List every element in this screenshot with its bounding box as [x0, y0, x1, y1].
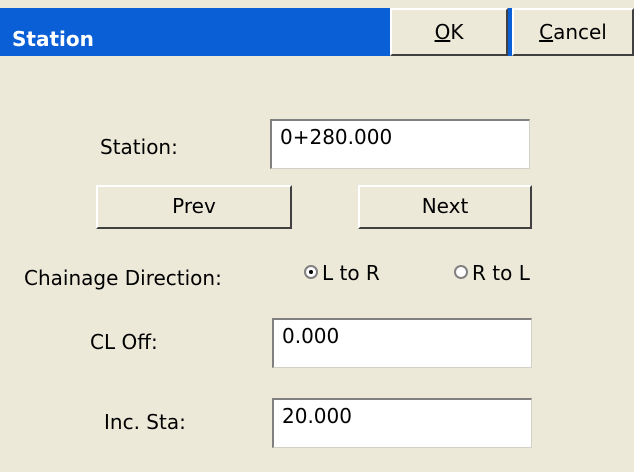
radio-l-to-r[interactable]: [304, 265, 318, 279]
cancel-label-rest: ancel: [553, 20, 607, 44]
ok-label-rest: K: [450, 20, 464, 44]
cl-off-field[interactable]: 0.000: [272, 318, 532, 368]
inc-sta-label: Inc. Sta:: [104, 410, 186, 434]
cl-off-label: CL Off:: [90, 330, 158, 354]
inc-sta-field[interactable]: 20.000: [272, 398, 532, 448]
dialog-title: Station: [12, 27, 94, 51]
cancel-accel: C: [539, 20, 554, 44]
radio-r-to-l-label: R to L: [472, 261, 530, 285]
chainage-direction-label: Chainage Direction:: [24, 266, 222, 290]
station-label: Station:: [100, 135, 178, 159]
prev-button[interactable]: Prev: [96, 185, 292, 229]
next-button[interactable]: Next: [358, 185, 532, 229]
radio-r-to-l[interactable]: [454, 265, 468, 279]
radio-selected-dot: [309, 270, 313, 274]
station-dialog: Station OK Cancel Station: 0+280.000 Pre…: [0, 0, 634, 472]
ok-accel: O: [434, 20, 451, 44]
station-field[interactable]: 0+280.000: [270, 119, 530, 169]
cancel-button[interactable]: Cancel: [512, 8, 634, 56]
ok-button[interactable]: OK: [390, 8, 508, 56]
radio-l-to-r-label: L to R: [322, 261, 380, 285]
